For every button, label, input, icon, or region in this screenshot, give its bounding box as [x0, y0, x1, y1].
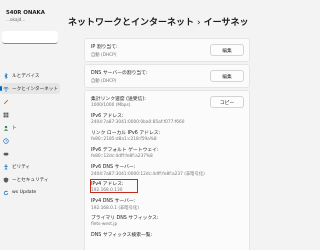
dns-assignment-card: DNS サーバーの割り当て: 自動 (DHCP) 編集 — [84, 64, 250, 88]
time-icon — [3, 137, 9, 144]
ipv4-address-value: 192.168.0.130 — [91, 188, 123, 193]
detail-value: 1000/1000 (Mbps) — [91, 103, 131, 108]
sidebar-item-accounts[interactable]: ト — [0, 122, 60, 133]
page-title: イーサネット — [203, 18, 250, 28]
ip-assignment-edit-button[interactable]: 編集 — [210, 44, 244, 56]
detail-label: DNS サフィックス検索一覧: — [91, 233, 153, 238]
sidebar-item-gaming[interactable] — [0, 148, 60, 159]
detail-label: 集計リンク速度 (送受信): — [91, 97, 146, 102]
detail-value: 2404:7a87:3041:0000:0ba0:85af:f077:f660 — [91, 120, 185, 125]
user-name: 540R ONAKA — [6, 10, 45, 16]
sidebar-item-label: ト — [12, 125, 17, 131]
sidebar: 540R ONAKA ...okajd... ルとデバイス ークとインターネット… — [0, 0, 60, 250]
sidebar-item-label: ws Update — [12, 190, 37, 195]
dns-assignment-edit-button[interactable]: 編集 — [210, 70, 244, 82]
sidebar-item-label: ビリティ — [12, 164, 31, 170]
sidebar-item-windows-update[interactable]: ws Update — [0, 187, 60, 198]
sidebar-item-label: ルとデバイス — [12, 73, 40, 79]
detail-label: IPv6 DNS サーバー: — [91, 165, 136, 170]
accounts-icon — [3, 125, 9, 131]
detail-value: 2404:7a87:3041:0000:12dc:4dff:fe8f:a237 … — [91, 172, 205, 177]
breadcrumb-parent[interactable]: ネットワークとインターネット — [68, 18, 194, 28]
sidebar-item-personalization[interactable] — [0, 96, 60, 107]
sidebar-item-apps[interactable] — [0, 109, 60, 120]
breadcrumb-separator: › — [197, 18, 201, 28]
ip-assignment-value: 自動 (DHCP) — [91, 53, 117, 58]
apps-icon — [3, 112, 9, 117]
detail-value: fe80::2185:d8a1:c218:f59a%8 — [91, 137, 157, 142]
network-icon — [3, 86, 9, 92]
detail-value: 192.168.0.1 (非暗号化) — [91, 206, 139, 211]
sidebar-item-label: ークとインターネット — [12, 86, 58, 92]
detail-value: flets-west.jp — [91, 222, 118, 227]
user-email: ...okajd... — [6, 17, 26, 22]
sidebar-item-accessibility[interactable]: ビリティ — [0, 161, 60, 172]
user-info: 540R ONAKA ...okajd... — [6, 10, 66, 22]
update-icon — [3, 189, 9, 195]
ip-assignment-card: IP 割り当て: 自動 (DHCP) 編集 — [84, 38, 250, 62]
main-content: ネットワークとインターネット›イーサネット IP 割り当て: 自動 (DHCP)… — [60, 0, 250, 250]
detail-label: IPv4 DNS サーバー: — [91, 199, 136, 204]
network-details-card: コピー 集計リンク速度 (送受信): 1000/1000 (Mbps) IPv6… — [84, 90, 250, 250]
sidebar-item-network[interactable]: ークとインターネット — [0, 83, 60, 94]
search-input[interactable] — [2, 31, 58, 44]
detail-label: IPv6 アドレス: — [91, 114, 124, 119]
detail-label: リンク ローカル IPv6 アドレス: — [91, 131, 161, 136]
detail-label: IPv6 デフォルト ゲートウェイ: — [91, 148, 159, 153]
sidebar-item-bluetooth[interactable]: ルとデバイス — [0, 70, 60, 81]
breadcrumb: ネットワークとインターネット›イーサネット — [68, 15, 250, 28]
sidebar-item-time[interactable] — [0, 135, 60, 146]
ipv4-address-label: IPv4 アドレス: — [91, 182, 124, 187]
personalize-icon — [3, 99, 9, 104]
dns-assignment-label: DNS サーバーの割り当て: — [91, 71, 148, 76]
copy-button[interactable]: コピー — [210, 96, 244, 108]
bluetooth-icon — [4, 72, 8, 79]
dns-assignment-value: 自動 (DHCP) — [91, 79, 117, 84]
detail-label: プライマリ DNS サフィックス: — [91, 216, 159, 221]
shield-icon — [3, 176, 9, 183]
ip-assignment-label: IP 割り当て: — [91, 45, 118, 50]
detail-value: fe80::12dc:4dff:fe8f:a237%8 — [91, 154, 153, 159]
accessibility-icon — [4, 163, 8, 170]
sidebar-item-privacy-security[interactable]: ーとセキュリティ — [0, 174, 60, 185]
gaming-icon — [3, 152, 9, 155]
sidebar-item-label: ーとセキュリティ — [12, 177, 49, 183]
